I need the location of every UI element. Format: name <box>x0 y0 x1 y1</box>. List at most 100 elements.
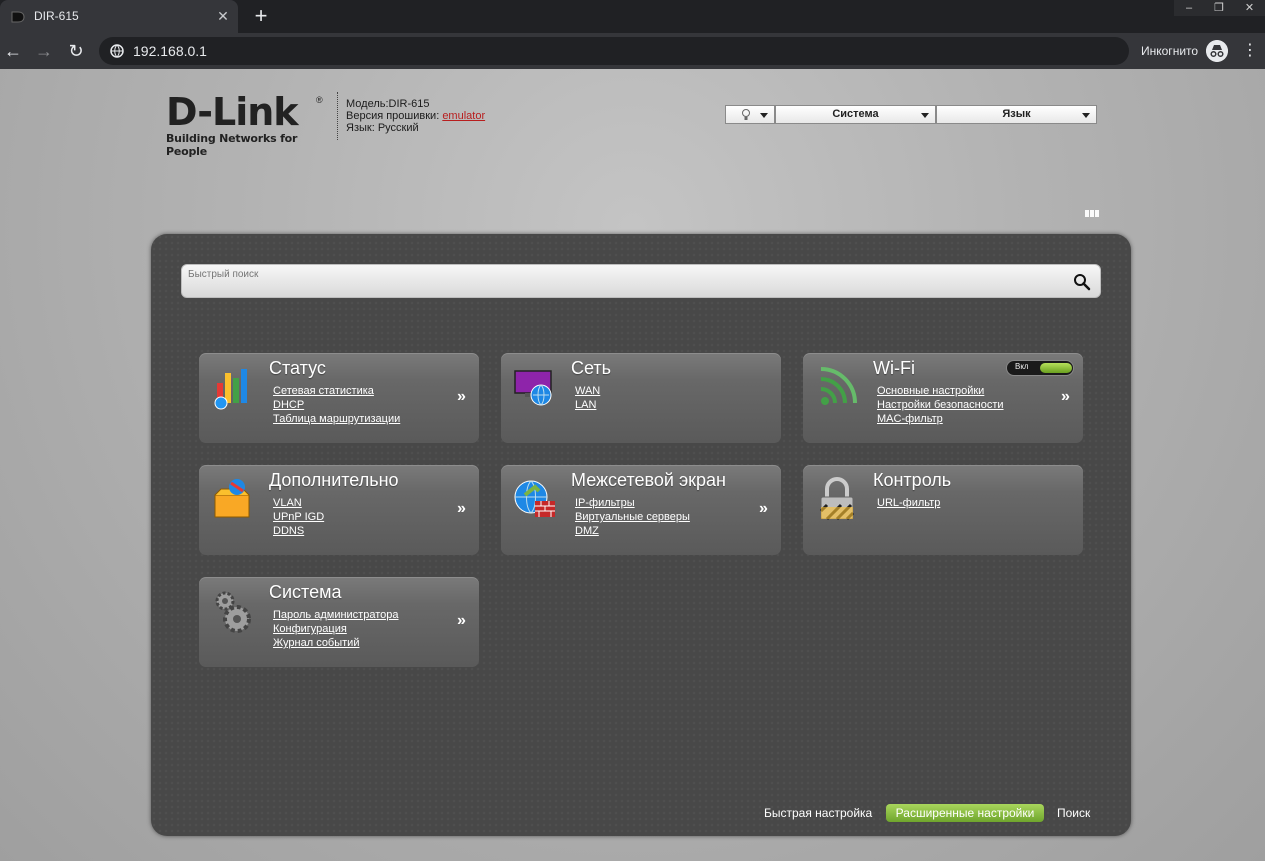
system-dropdown-label: Система <box>832 108 879 120</box>
firmware-link[interactable]: emulator <box>442 110 485 122</box>
reload-icon[interactable]: ↻ <box>63 38 89 64</box>
model-info: Модель:DIR-615 <box>346 98 430 110</box>
firewall-globe-icon <box>514 480 555 517</box>
tab-title: DIR-615 <box>34 9 79 23</box>
tile-advanced[interactable]: Дополнительно VLAN UPnP IGD DDNS » <box>199 465 479 555</box>
back-arrow-icon[interactable]: ← <box>0 38 26 64</box>
view-toggle-icon[interactable] <box>1085 204 1101 217</box>
link-network-stats[interactable]: Сетевая статистика <box>273 384 400 398</box>
forward-arrow-icon[interactable]: → <box>31 38 57 64</box>
tile-title: Система <box>269 582 342 602</box>
link-configuration[interactable]: Конфигурация <box>273 622 399 636</box>
quick-setup-link[interactable]: Быстрая настройка <box>764 806 872 820</box>
toggle-label: Вкл <box>1015 362 1029 371</box>
package-icon <box>214 479 250 518</box>
tile-links: Основные настройки Настройки безопасност… <box>877 384 1004 426</box>
tile-firewall[interactable]: Межсетевой экран IP-фильтры Виртуальные … <box>501 465 781 555</box>
dlink-logo: D-Link Building Networks for People ® <box>166 90 326 158</box>
link-lan[interactable]: LAN <box>575 398 600 412</box>
restore-button[interactable]: ❐ <box>1204 0 1234 16</box>
logo-text: D-Link <box>166 90 299 134</box>
link-virtual-servers[interactable]: Виртуальные серверы <box>575 510 690 524</box>
browser-toolbar: ← → ↻ 192.168.0.1 Инкогнито ⋮ <box>0 33 1265 69</box>
quick-search[interactable] <box>181 264 1101 298</box>
tile-title: Контроль <box>873 470 952 490</box>
close-window-button[interactable]: ✕ <box>1234 0 1265 16</box>
device-info: Модель:DIR-615 Версия прошивки: emulator… <box>346 98 485 134</box>
link-vlan[interactable]: VLAN <box>273 496 324 510</box>
tile-more-arrow[interactable]: » <box>457 388 466 406</box>
tile-title: Дополнительно <box>269 470 399 490</box>
hints-dropdown[interactable] <box>725 105 775 124</box>
wifi-toggle[interactable]: Вкл <box>1006 360 1074 376</box>
router-page: D-Link Building Networks for People ® Мо… <box>0 69 1265 861</box>
link-upnp[interactable]: UPnP IGD <box>273 510 324 524</box>
link-security-settings[interactable]: Настройки безопасности <box>877 398 1004 412</box>
tile-links: Сетевая статистика DHCP Таблица маршрути… <box>273 384 400 426</box>
bar-chart-icon <box>214 369 247 410</box>
chevron-down-icon <box>760 113 768 118</box>
address-bar[interactable]: 192.168.0.1 <box>99 37 1129 65</box>
tile-wifi[interactable]: Wi-Fi Вкл Основные настройки Настройки б… <box>803 353 1083 443</box>
tile-more-arrow[interactable]: » <box>759 500 768 518</box>
tile-system[interactable]: Система Пароль администратора Конфигурац… <box>199 577 479 667</box>
link-url-filter[interactable]: URL-фильтр <box>877 496 940 510</box>
link-mac-filter[interactable]: MAC-фильтр <box>877 412 1004 426</box>
link-routing-table[interactable]: Таблица маршрутизации <box>273 412 400 426</box>
dlink-favicon-icon <box>11 11 25 23</box>
tile-title: Статус <box>269 358 326 378</box>
tile-title: Межсетевой экран <box>571 470 726 490</box>
minimize-button[interactable]: – <box>1174 0 1204 16</box>
tile-links: URL-фильтр <box>877 496 940 510</box>
gears-icon <box>215 591 251 633</box>
link-dhcp[interactable]: DHCP <box>273 398 400 412</box>
tile-status[interactable]: Статус Сетевая статистика DHCP Таблица м… <box>199 353 479 443</box>
tile-links: Пароль администратора Конфигурация Журна… <box>273 608 399 650</box>
link-admin-password[interactable]: Пароль администратора <box>273 608 399 622</box>
logo-registered-mark: ® <box>316 95 323 105</box>
incognito-icon[interactable] <box>1206 40 1228 62</box>
tab-close-icon[interactable]: ✕ <box>214 6 232 26</box>
tile-more-arrow[interactable]: » <box>1061 388 1070 406</box>
tile-more-arrow[interactable]: » <box>457 500 466 518</box>
padlock-icon <box>819 477 855 521</box>
monitor-globe-icon <box>514 370 552 406</box>
tile-links: WAN LAN <box>575 384 600 412</box>
globe-icon <box>110 44 124 58</box>
search-icon[interactable] <box>1072 272 1092 292</box>
language-dropdown-label: Язык <box>1002 108 1031 120</box>
tile-more-arrow[interactable]: » <box>457 612 466 630</box>
link-event-log[interactable]: Журнал событий <box>273 636 399 650</box>
tile-links: IP-фильтры Виртуальные серверы DMZ <box>575 496 690 538</box>
chevron-down-icon <box>1082 113 1090 118</box>
language-dropdown[interactable]: Язык <box>936 105 1097 124</box>
browser-menu-icon[interactable]: ⋮ <box>1240 40 1260 62</box>
search-link[interactable]: Поиск <box>1057 806 1090 820</box>
browser-tab[interactable]: DIR-615 ✕ <box>0 0 238 33</box>
link-ip-filters[interactable]: IP-фильтры <box>575 496 690 510</box>
link-basic-settings[interactable]: Основные настройки <box>877 384 1004 398</box>
search-input[interactable] <box>188 267 1048 281</box>
tile-title: Сеть <box>571 358 612 378</box>
system-dropdown[interactable]: Система <box>775 105 936 124</box>
link-wan[interactable]: WAN <box>575 384 600 398</box>
tile-control[interactable]: Контроль URL-фильтр <box>803 465 1083 555</box>
tile-links: VLAN UPnP IGD DDNS <box>273 496 324 538</box>
toggle-knob <box>1040 363 1072 373</box>
language-info: Язык: Русский <box>346 122 419 134</box>
firmware-label: Версия прошивки: <box>346 110 443 122</box>
advanced-settings-button[interactable]: Расширенные настройки <box>886 804 1044 822</box>
header-divider <box>337 92 338 140</box>
tile-title: Wi-Fi <box>873 358 915 378</box>
address-url[interactable]: 192.168.0.1 <box>133 43 207 59</box>
firmware-info: Версия прошивки: emulator <box>346 110 485 122</box>
new-tab-button[interactable]: + <box>250 3 272 29</box>
wifi-icon <box>820 367 857 405</box>
link-dmz[interactable]: DMZ <box>575 524 690 538</box>
logo-tagline: Building Networks for People <box>166 132 298 158</box>
lightbulb-icon <box>742 109 750 120</box>
incognito-label: Инкогнито <box>1141 44 1199 58</box>
tile-network[interactable]: Сеть WAN LAN <box>501 353 781 443</box>
link-ddns[interactable]: DDNS <box>273 524 324 538</box>
chevron-down-icon <box>921 113 929 118</box>
